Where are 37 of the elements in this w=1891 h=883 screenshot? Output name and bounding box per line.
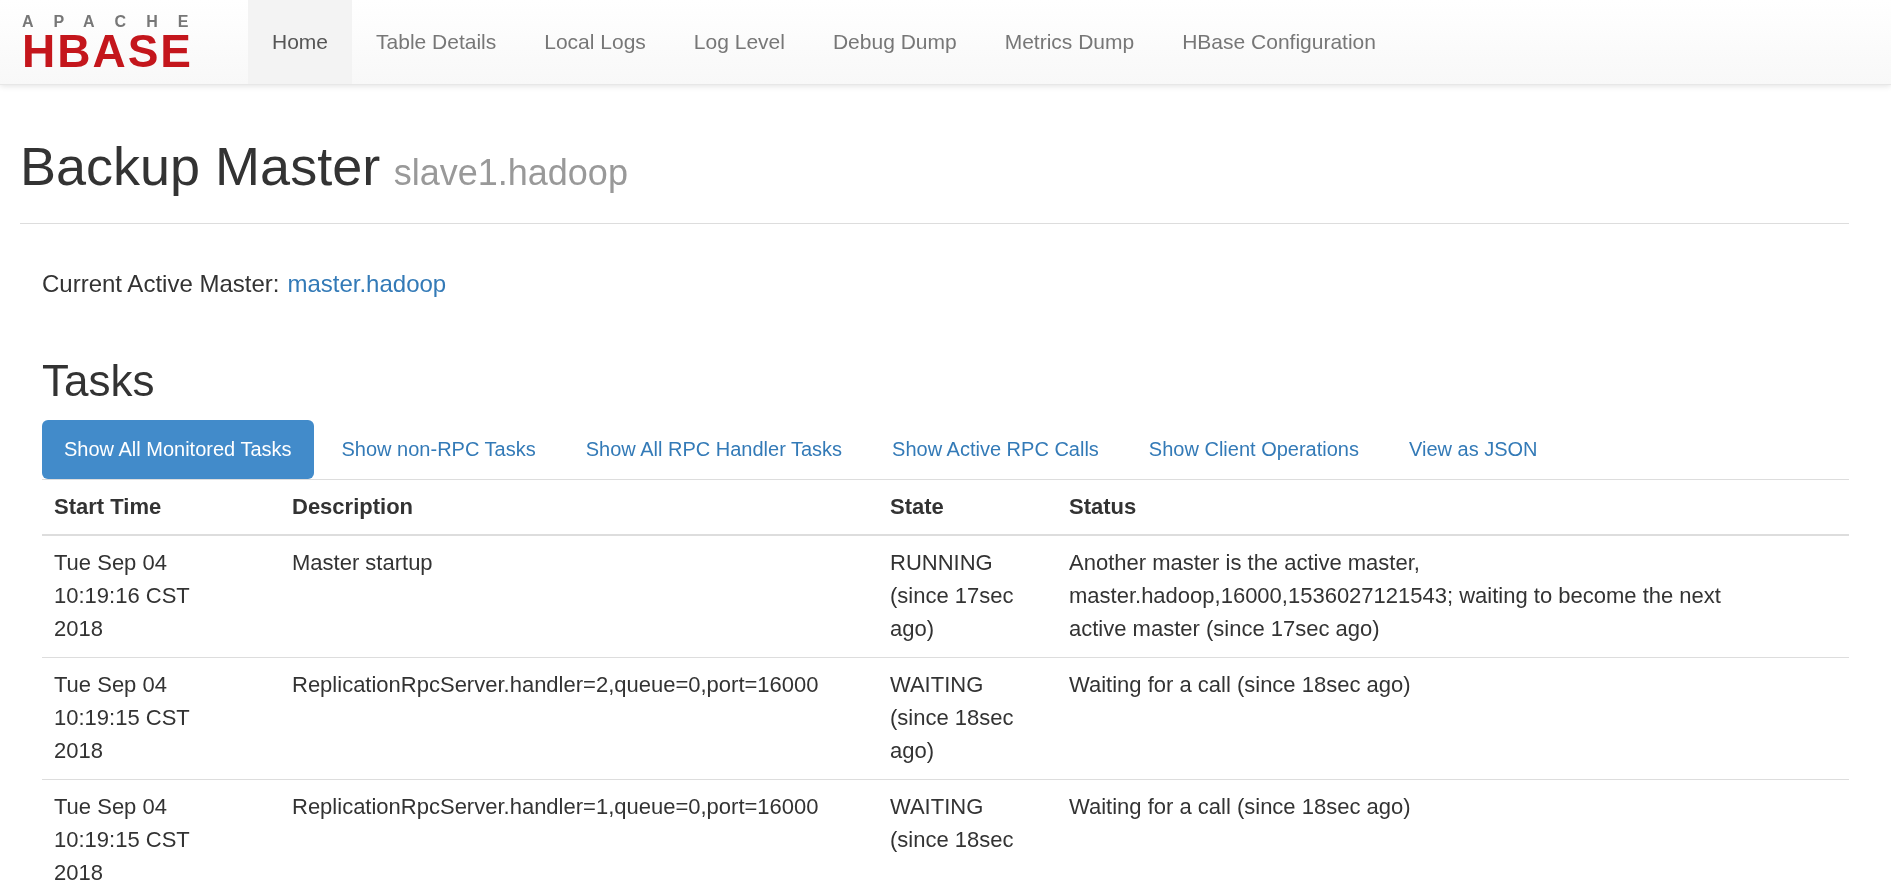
nav-link[interactable]: Log Level: [669, 0, 809, 84]
table-cell: Tue Sep 04 10:19:15 CST 2018: [42, 657, 280, 780]
column-header: Status: [1057, 480, 1849, 535]
logo-wordmark: HBASE: [22, 31, 194, 71]
nav-link[interactable]: Table Details: [352, 0, 521, 84]
logo-top-text: APACHE: [22, 13, 210, 31]
column-header: Description: [280, 480, 878, 535]
table-cell: Tue Sep 04 10:19:15 CST 2018: [42, 779, 280, 883]
filter-tab[interactable]: Show non-RPC Tasks: [319, 420, 558, 479]
filter-tab[interactable]: Show Active RPC Calls: [870, 420, 1121, 479]
table-cell: ReplicationRpcServer.handler=1,queue=0,port=16000: [280, 779, 878, 883]
page-subtitle: slave1.hadoop: [393, 152, 628, 193]
table-cell: Another master is the active master, master.hadoop,16000,1536027121543; waiting to become the next active master (since 17sec ago): [1057, 535, 1849, 658]
table-cell: Tue Sep 04 10:19:16 CST 2018: [42, 535, 280, 658]
table-cell: WAITING (since 18sec ago): [878, 657, 1057, 780]
table-cell: Master startup: [280, 535, 878, 658]
table-cell: Waiting for a call (since 18sec ago): [1057, 657, 1849, 780]
nav-link[interactable]: Home: [248, 0, 353, 84]
active-master-link[interactable]: master.hadoop: [287, 270, 447, 298]
page-title: Backup Master: [20, 136, 381, 196]
nav-link[interactable]: Local Logs: [520, 0, 670, 84]
active-master-label: Current Active Master:: [42, 270, 280, 298]
filter-tab[interactable]: Show All Monitored Tasks: [42, 420, 314, 479]
nav-link[interactable]: Metrics Dump: [980, 0, 1159, 84]
hbase-logo[interactable]: APACHE HBASE: [0, 0, 248, 84]
table-cell: WAITING (since 18sec: [878, 779, 1057, 883]
column-header: State: [878, 480, 1057, 535]
filter-tab[interactable]: View as JSON: [1386, 420, 1560, 479]
nav-link[interactable]: HBase Configuration: [1158, 0, 1400, 84]
column-header: Start Time: [42, 480, 280, 535]
filter-tab[interactable]: Show All RPC Handler Tasks: [563, 420, 865, 479]
table-cell: ReplicationRpcServer.handler=2,queue=0,port=16000: [280, 657, 878, 780]
section-title: Tasks: [42, 356, 156, 406]
table-cell: RUNNING (since 17sec ago): [878, 535, 1057, 658]
nav-link[interactable]: Debug Dump: [808, 0, 981, 84]
filter-tab[interactable]: Show Client Operations: [1126, 420, 1381, 479]
table-cell: Waiting for a call (since 18sec ago): [1057, 779, 1849, 883]
